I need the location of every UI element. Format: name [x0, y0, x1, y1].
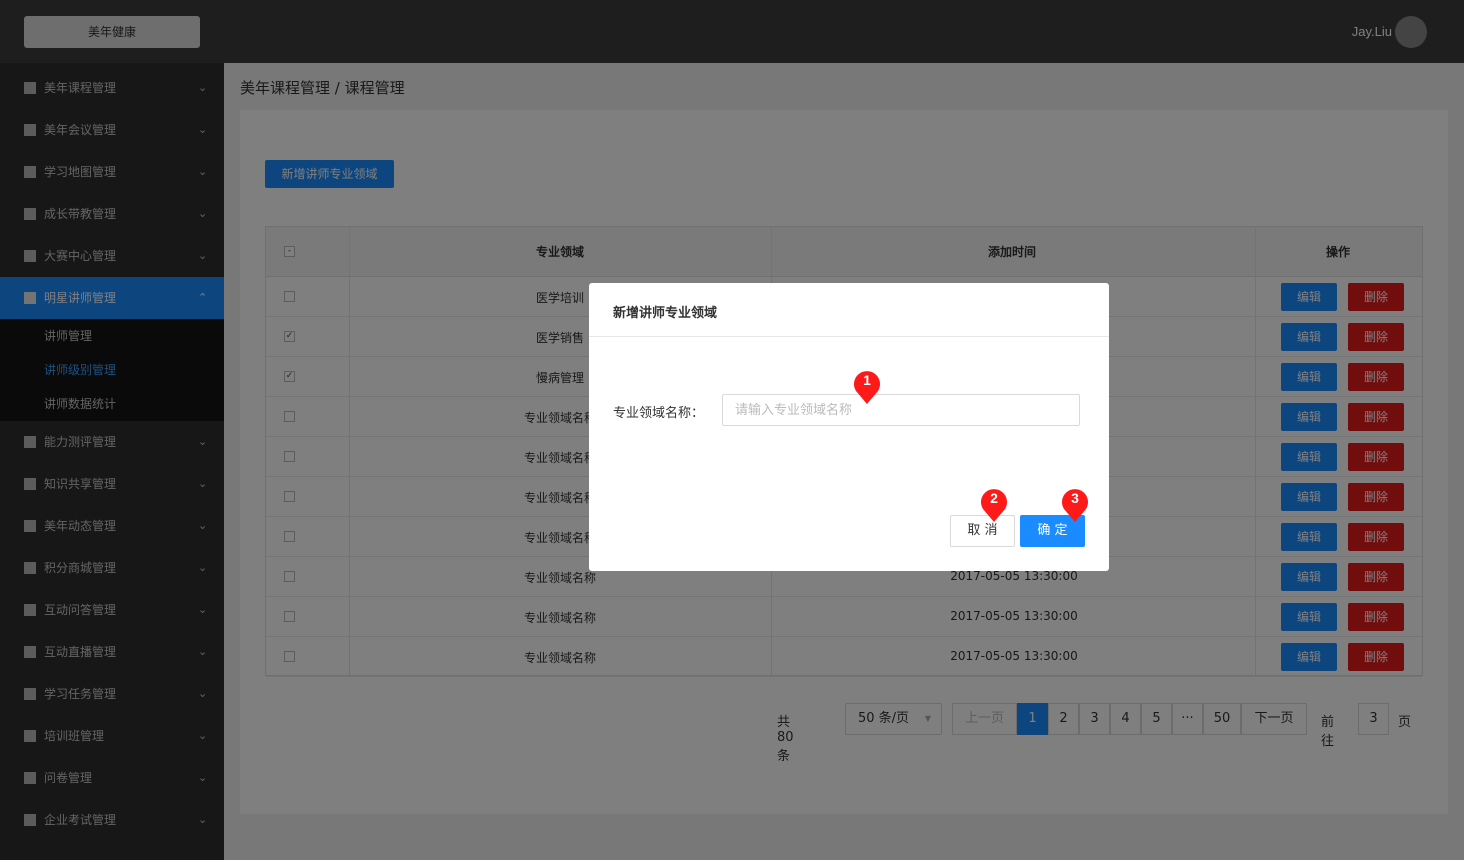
- dialog-divider: [589, 336, 1109, 337]
- annotation-marker-2: 2: [980, 488, 1008, 522]
- marker-number: 2: [990, 490, 998, 506]
- add-specialty-dialog: 新增讲师专业领域 专业领域名称： 取 消 确 定: [589, 283, 1109, 571]
- annotation-marker-1: 1: [853, 370, 881, 404]
- annotation-marker-3: 3: [1061, 488, 1089, 522]
- marker-number: 3: [1071, 490, 1079, 506]
- specialty-name-label: 专业领域名称：: [613, 406, 705, 421]
- specialty-name-input[interactable]: [722, 394, 1080, 426]
- marker-number: 1: [863, 372, 871, 388]
- dialog-title: 新增讲师专业领域: [613, 306, 718, 321]
